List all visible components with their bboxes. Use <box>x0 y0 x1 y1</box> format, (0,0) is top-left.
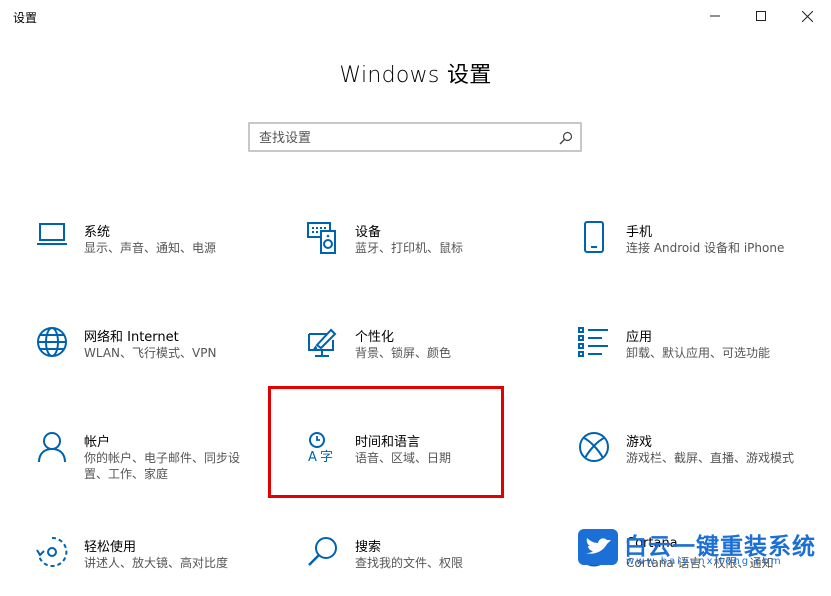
highlight-box <box>268 386 504 498</box>
search-box[interactable] <box>248 122 582 152</box>
tile-search[interactable]: 搜索 查找我的文件、权限 <box>307 536 547 596</box>
tile-ease-of-access[interactable]: 轻松使用 讲述人、放大镜、高对比度 <box>36 536 276 596</box>
tile-personalization[interactable]: 个性化 背景、锁屏、颜色 <box>307 326 547 386</box>
tile-name: 游戏 <box>626 435 653 450</box>
tile-description: 背景、锁屏、颜色 <box>355 346 452 360</box>
ease-of-access-icon <box>36 536 68 572</box>
tile-name: 系统 <box>84 225 111 240</box>
search-icon[interactable] <box>559 130 573 149</box>
tile-name: 个性化 <box>355 330 395 345</box>
minimize-button[interactable] <box>692 0 738 32</box>
window-title: 设置 <box>13 11 38 25</box>
tile-name: 手机 <box>626 225 653 240</box>
tile-network[interactable]: 网络和 Internet WLAN、飞行模式、VPN <box>36 326 276 386</box>
globe-icon <box>36 326 68 362</box>
paint-brush-icon <box>307 326 339 362</box>
watermark: 白云一键重装系统 www.baiyunxitong.com <box>578 525 828 571</box>
tile-name: 网络和 Internet <box>84 330 179 345</box>
tile-description: 讲述人、放大镜、高对比度 <box>84 556 229 570</box>
bird-logo-icon <box>578 529 618 565</box>
tile-description: 蓝牙、打印机、鼠标 <box>355 241 464 255</box>
tile-name: 设备 <box>355 225 382 240</box>
maximize-button[interactable] <box>738 0 784 32</box>
page-title: Windows 设置 <box>339 63 492 88</box>
phone-icon <box>578 221 610 257</box>
close-icon <box>801 10 813 22</box>
tile-name: 轻松使用 <box>84 540 137 555</box>
watermark-url: www.baiyunxitong.com <box>626 556 783 567</box>
tile-name: 帐户 <box>84 435 111 450</box>
tile-description: 显示、声音、通知、电源 <box>84 241 217 255</box>
maximize-icon <box>756 11 766 21</box>
tile-accounts[interactable]: 帐户 你的帐户、电子邮件、同步设置、工作、家庭 <box>36 431 276 491</box>
tile-description: 你的帐户、电子邮件、同步设置、工作、家庭 <box>84 451 241 481</box>
tile-description: 查找我的文件、权限 <box>355 556 464 570</box>
tile-description: 游戏栏、截屏、直播、游戏模式 <box>626 451 795 465</box>
title-bar: 设置 <box>0 0 831 32</box>
close-button[interactable] <box>784 0 830 32</box>
apps-list-icon <box>578 326 610 362</box>
tile-system[interactable]: 系统 显示、声音、通知、电源 <box>36 221 276 281</box>
tile-name: 搜索 <box>355 540 382 555</box>
xbox-icon <box>578 431 610 467</box>
laptop-icon <box>36 221 68 257</box>
search-icon <box>307 536 339 572</box>
tile-description: WLAN、飞行模式、VPN <box>84 346 217 360</box>
tile-name: 应用 <box>626 330 653 345</box>
tile-phone[interactable]: 手机 连接 Android 设备和 iPhone <box>578 221 818 281</box>
tile-devices[interactable]: 设备 蓝牙、打印机、鼠标 <box>307 221 547 281</box>
person-icon <box>36 431 68 467</box>
tile-description: 连接 Android 设备和 iPhone <box>626 241 785 255</box>
keyboard-device-icon <box>307 221 339 257</box>
search-input[interactable] <box>259 129 549 147</box>
tile-gaming[interactable]: 游戏 游戏栏、截屏、直播、游戏模式 <box>578 431 818 491</box>
minimize-icon <box>710 15 720 17</box>
tile-apps[interactable]: 应用 卸载、默认应用、可选功能 <box>578 326 818 386</box>
tile-description: 卸载、默认应用、可选功能 <box>626 346 771 360</box>
